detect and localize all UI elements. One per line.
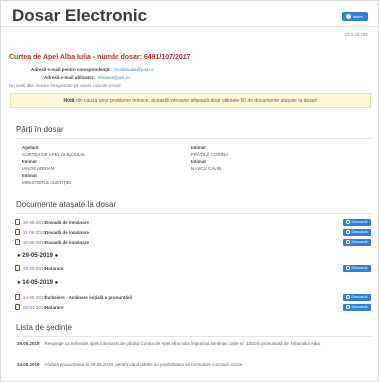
party-role: Intimat: [22, 173, 37, 178]
party-role: Intimat: [191, 159, 206, 164]
page-title: Dosar Electronic: [12, 6, 148, 25]
download-icon: [346, 295, 350, 299]
party-name: IANOȘ ADRIAN: [22, 166, 55, 171]
document-name[interactable]: Încheiere - Amânare inițială a pronunțăr…: [45, 295, 132, 300]
pdf-file-icon: [15, 229, 20, 235]
document-date-group-heading: ● 29-05-2019 ●: [17, 253, 59, 259]
user-email-row: Adresă e-mail utilizator: intranet@just.r…: [44, 75, 130, 80]
session-text: Amână pronunțarea la 29.05.2019, pentru …: [44, 362, 244, 367]
parties-heading: Părți în dosar: [16, 125, 64, 134]
download-icon: [346, 230, 350, 234]
document-row: 29-05-2019 Hotarare Descarcă: [15, 264, 371, 273]
sessions-divider: [16, 336, 371, 337]
power-icon: [346, 14, 351, 19]
correspondence-email-label: Adresă e-mail pentru corespondență:: [31, 67, 111, 72]
document-name[interactable]: Hotarare: [45, 305, 64, 310]
download-label: Descarcă: [351, 266, 368, 270]
pdf-file-icon: [15, 219, 20, 225]
download-icon: [346, 240, 350, 244]
download-button[interactable]: Descarcă: [343, 265, 371, 272]
notice-bold: Notă: [63, 98, 75, 104]
pdf-file-icon: [15, 304, 20, 310]
download-button[interactable]: Descarcă: [343, 229, 371, 236]
download-button[interactable]: Descarcă: [343, 219, 371, 226]
party-name: NAȘCU CĂLIN: [191, 166, 222, 171]
document-row: 14-05-2019 Încheiere - Amânare inițială …: [15, 293, 371, 302]
user-email-label: Adresă e-mail utilizator:: [44, 75, 96, 80]
download-label: Descarcă: [351, 305, 368, 309]
document-row: 11-06-2019 Dovadă de înmânare Descarcă: [15, 228, 371, 237]
pdf-file-icon: [15, 239, 20, 245]
party-name: CURTEA DE APEL ALBA IULIA: [22, 152, 85, 157]
document-name[interactable]: Dovadă de înmânare: [45, 220, 89, 225]
document-date: 09-01-2019: [23, 305, 47, 310]
document-name[interactable]: Dovadă de înmânare: [45, 230, 89, 235]
correspondence-email-value[interactable]: ca-albaiulia@just.ro: [114, 67, 154, 72]
session-item: 29.05.2019 Respinge ca nefondat apelul de…: [17, 340, 371, 347]
user-email-value[interactable]: intranet@just.ro: [98, 75, 130, 80]
download-button[interactable]: Descarcă: [343, 294, 371, 301]
pdf-file-icon: [15, 265, 20, 271]
notice-text: din cauza unor probleme tehnice, această…: [75, 98, 318, 104]
download-label: Descarcă: [351, 230, 368, 234]
document-name[interactable]: Hotarare: [45, 266, 64, 271]
no-other-cases-text: Nu aveți alte dosare înregistrate pe ace…: [9, 83, 121, 88]
party-name: FRĂȚILĂ CORINA: [191, 152, 229, 157]
document-date: 29-05-2019: [23, 266, 47, 271]
correspondence-email-row: Adresă e-mail pentru corespondență: ca-al…: [31, 67, 153, 72]
session-date: 29.05.2019: [17, 341, 40, 346]
document-row: 09-01-2019 Hotarare Descarcă: [15, 303, 371, 312]
header-bar: Dosar Electronic Ieșire: [1, 1, 378, 27]
party-role: Intimat: [191, 145, 206, 150]
download-button[interactable]: Descarcă: [343, 304, 371, 311]
document-row: 10-06-2019 Dovadă de înmânare Descarcă: [15, 238, 371, 247]
session-text: Respinge ca nefondat apelul declarat de …: [44, 341, 321, 346]
logout-label: Ieșire: [353, 14, 363, 19]
documents-heading: Documente atașate la dosar: [16, 200, 117, 209]
download-label: Descarcă: [351, 295, 368, 299]
document-date: 20-06-2019: [23, 220, 47, 225]
parties-divider: [16, 138, 371, 139]
party-name: MINISTERUL JUSTIȚIEI: [22, 180, 72, 185]
download-icon: [346, 266, 350, 270]
documents-divider: [16, 213, 371, 214]
document-row: 20-06-2019 Dovadă de înmânare Descarcă: [15, 218, 371, 227]
download-label: Descarcă: [351, 240, 368, 244]
download-icon: [346, 305, 350, 309]
document-date: 14-05-2019: [23, 295, 47, 300]
page: Dosar Electronic Ieșire 10.3.49.252 Curt…: [0, 0, 379, 382]
party-role: Intimat: [22, 159, 37, 164]
session-date: 14.05.2019: [17, 362, 40, 367]
ip-address: 10.3.49.252: [344, 32, 368, 37]
logout-button[interactable]: Ieșire: [342, 12, 368, 21]
session-item: 14.05.2019 Amână pronunțarea la 29.05.201…: [17, 361, 371, 368]
download-icon: [346, 220, 350, 224]
sessions-heading: Lista de ședințe: [16, 323, 73, 332]
document-date-group-heading: ● 14-05-2019 ●: [17, 280, 59, 286]
notice-banner: Notă din cauza unor probleme tehnice, ac…: [10, 93, 371, 108]
party-role: Apelant: [22, 145, 39, 150]
pdf-file-icon: [15, 294, 20, 300]
download-label: Descarcă: [351, 220, 368, 224]
download-button[interactable]: Descarcă: [343, 239, 371, 246]
document-date: 10-06-2019: [23, 240, 47, 245]
document-date: 11-06-2019: [23, 230, 46, 235]
document-name[interactable]: Dovadă de înmânare: [45, 240, 89, 245]
court-case-number: Curtea de Apel Alba Iulia - număr dosar:…: [9, 54, 191, 61]
